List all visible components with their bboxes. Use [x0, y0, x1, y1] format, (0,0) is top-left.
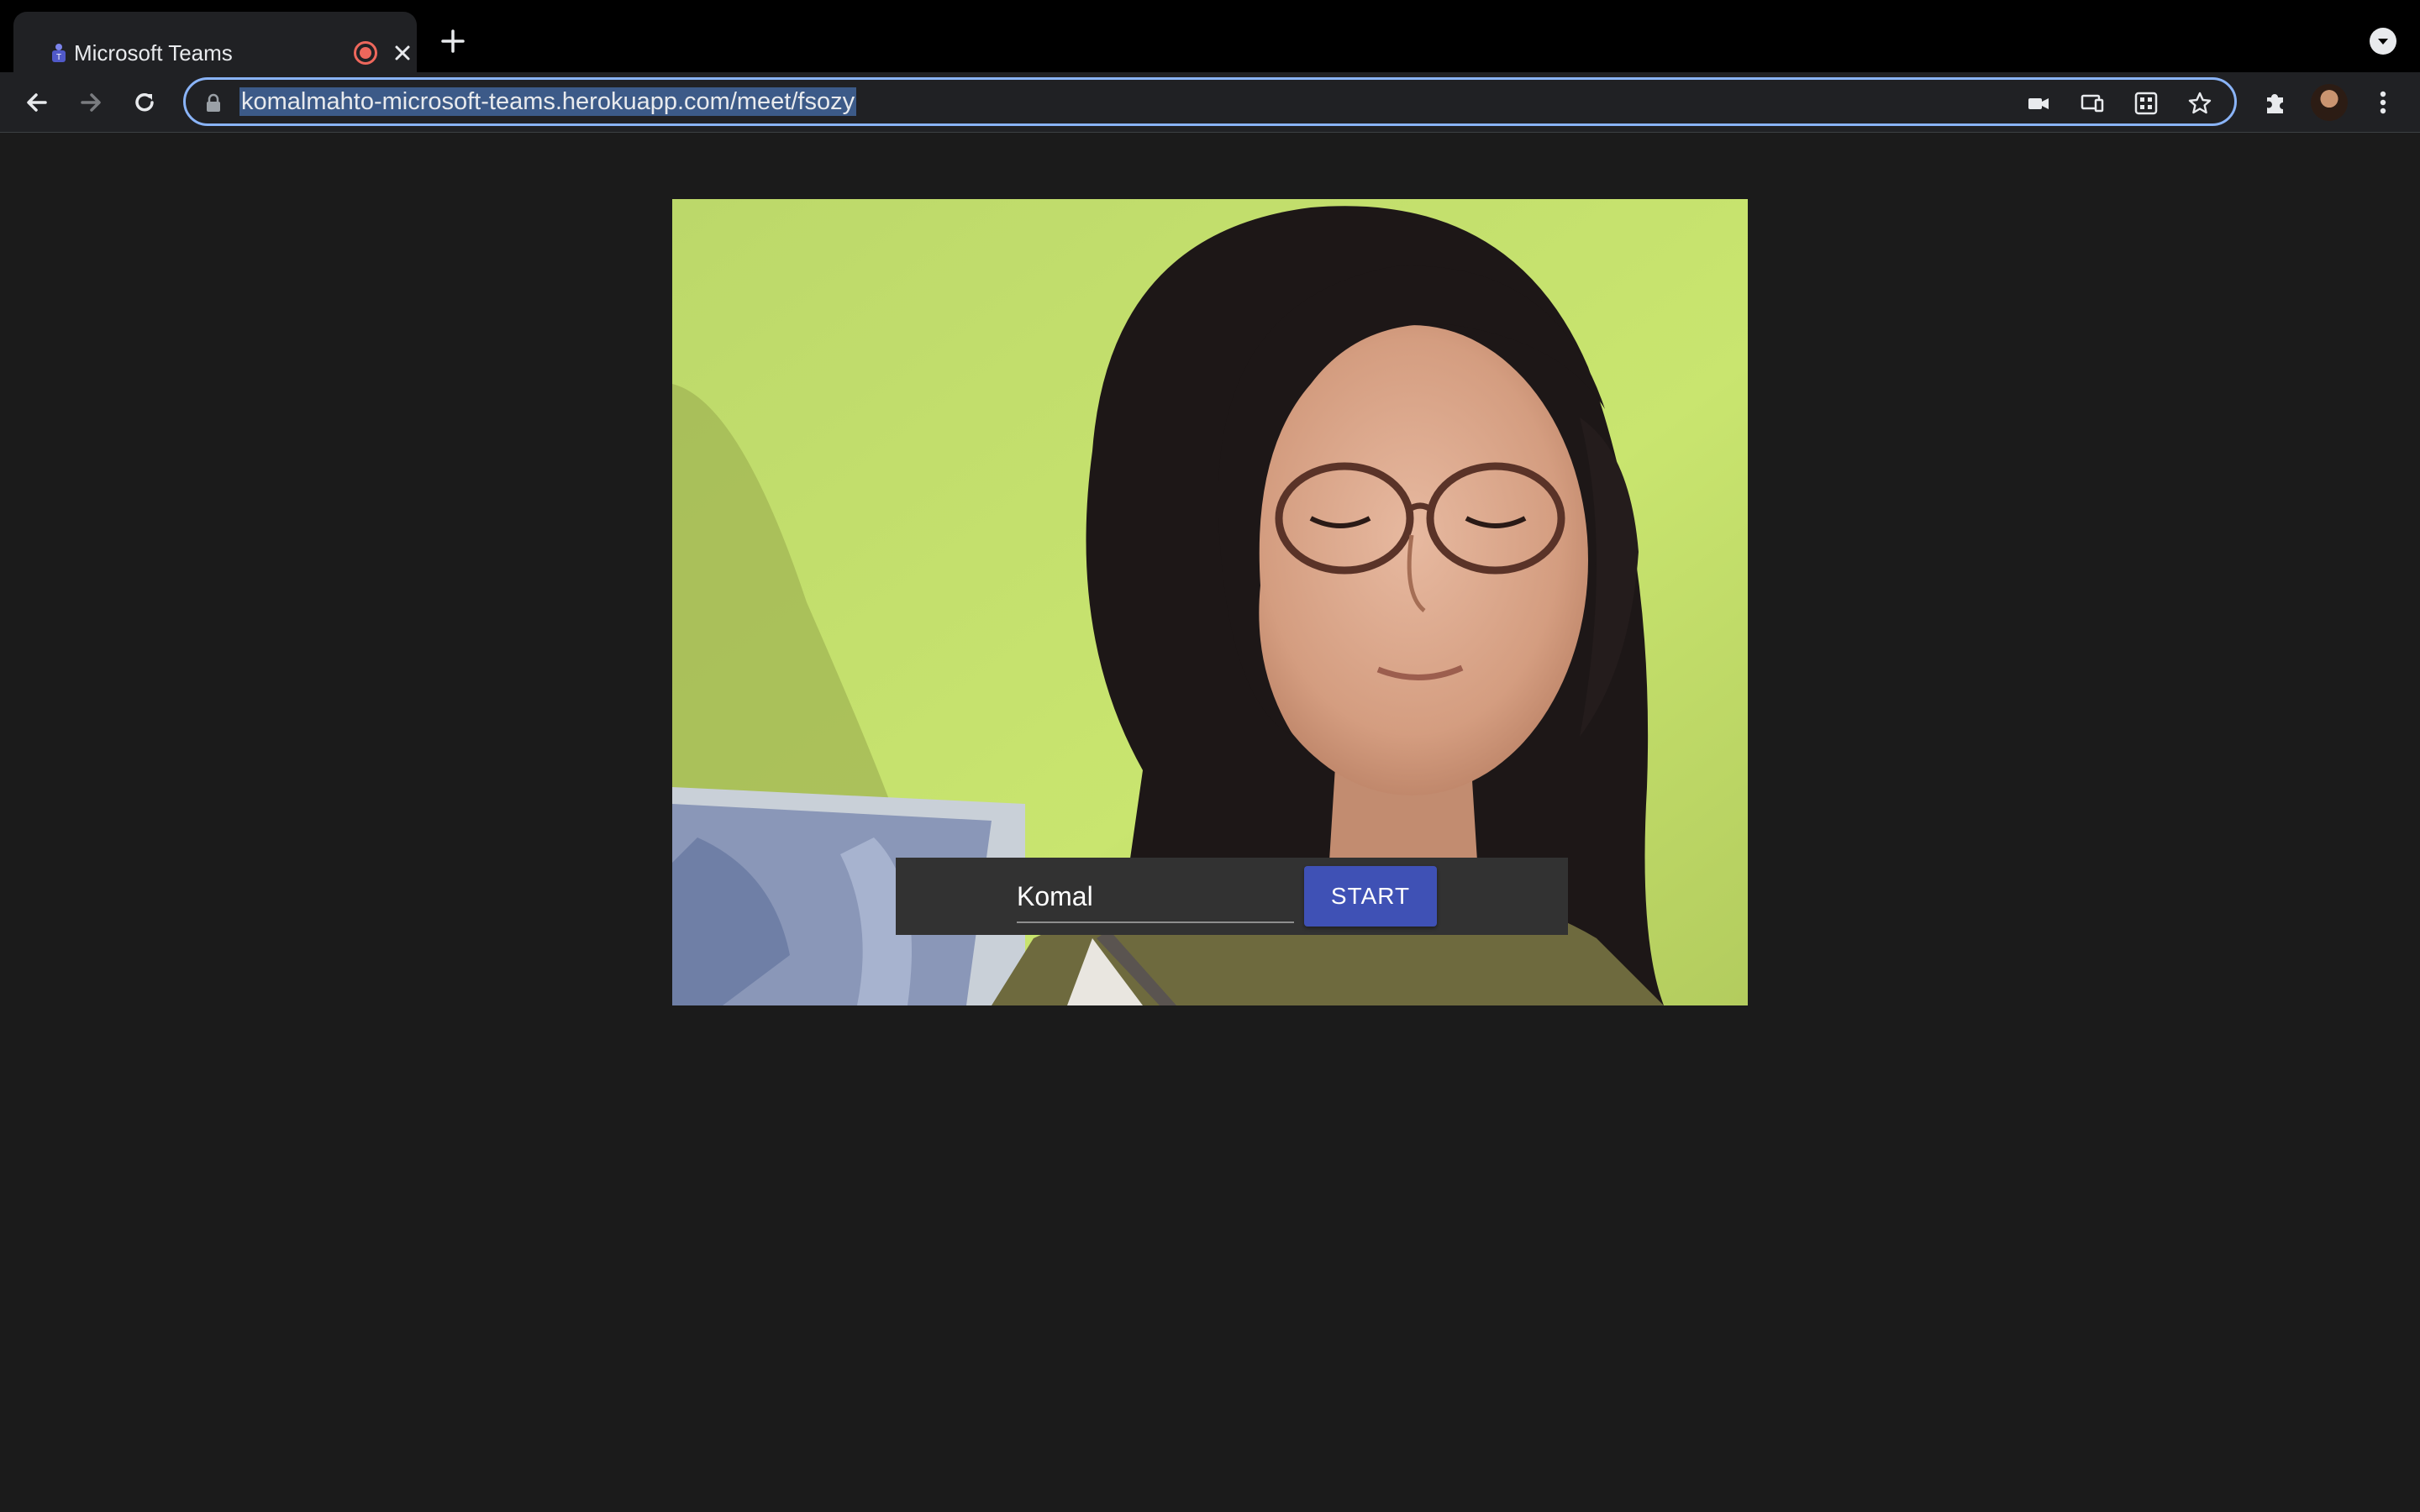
profile-avatar[interactable]: [2311, 84, 2348, 121]
svg-text:T: T: [56, 53, 61, 62]
extensions-icon[interactable]: [2260, 87, 2291, 118]
tab-search-icon[interactable]: [2370, 28, 2396, 55]
recording-indicator-icon: [354, 41, 377, 65]
menu-icon[interactable]: [2368, 87, 2398, 118]
lock-icon[interactable]: [204, 93, 223, 113]
address-bar[interactable]: komalmahto-microsoft-teams.herokuapp.com…: [183, 77, 2237, 126]
star-icon[interactable]: [2187, 91, 2212, 116]
teams-logo-icon: T: [52, 44, 66, 62]
start-button[interactable]: START: [1304, 866, 1437, 927]
qr-code-icon[interactable]: [2133, 91, 2159, 116]
forward-icon[interactable]: [76, 87, 106, 118]
camera-preview: START: [672, 199, 1748, 1005]
name-input[interactable]: [1017, 871, 1294, 923]
tab-title: Microsoft Teams: [74, 40, 233, 66]
tab-strip: T Microsoft Teams: [0, 0, 2420, 72]
close-tab-icon[interactable]: [390, 40, 415, 66]
join-bar: START: [896, 858, 1568, 935]
page-content: START: [0, 134, 2420, 1512]
back-icon[interactable]: [22, 87, 52, 118]
browser-toolbar: komalmahto-microsoft-teams.herokuapp.com…: [0, 72, 2420, 133]
new-tab-icon[interactable]: [439, 27, 467, 55]
url-text[interactable]: komalmahto-microsoft-teams.herokuapp.com…: [239, 87, 857, 116]
browser-tab[interactable]: T Microsoft Teams: [13, 12, 417, 72]
cast-icon[interactable]: [2080, 91, 2105, 116]
reload-icon[interactable]: [129, 87, 160, 118]
camera-icon[interactable]: [2026, 91, 2051, 116]
